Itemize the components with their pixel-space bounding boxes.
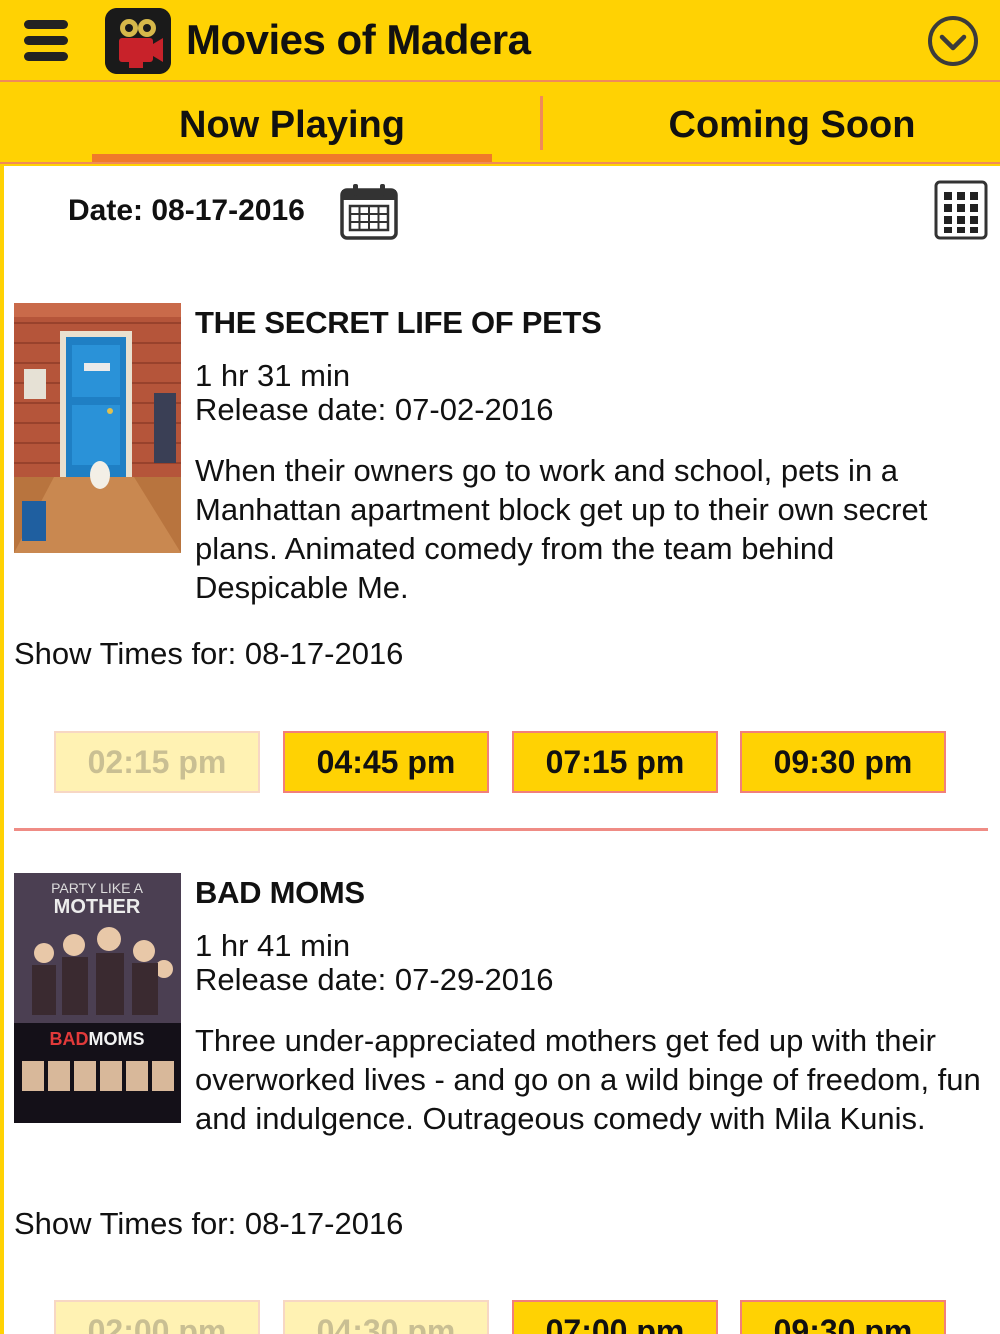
- movie-title[interactable]: THE SECRET LIFE OF PETS: [195, 305, 602, 341]
- showtime-buttons: 02:00 pm 04:30 pm 07:00 pm 09:30 pm: [44, 1300, 946, 1334]
- movie-release-date: Release date: 07-29-2016: [195, 962, 554, 997]
- showtime-button[interactable]: 04:30 pm: [283, 1300, 489, 1334]
- showtime-button[interactable]: 04:45 pm: [283, 731, 489, 793]
- app-root: Movies of Madera Now Playing Coming Soon…: [0, 0, 1000, 1334]
- chevron-down-circle-icon[interactable]: [926, 14, 980, 68]
- movie-title[interactable]: BAD MOMS: [195, 875, 365, 911]
- movie-divider: [14, 828, 988, 831]
- movie-description: Three under-appreciated mothers get fed …: [195, 1023, 981, 1136]
- grid-view-icon[interactable]: [934, 180, 988, 240]
- movie-card[interactable]: PARTY LIKE A MOTHER BADMOMS BAD MOMS 1 h…: [14, 873, 989, 1293]
- movie-runtime: 1 hr 41 min: [195, 928, 351, 963]
- showtime-button[interactable]: 09:30 pm: [740, 731, 946, 793]
- showtimes-label: Show Times for: 08-17-2016: [14, 1206, 404, 1241]
- app-header: Movies of Madera: [0, 0, 1000, 82]
- movie-poster-image[interactable]: PARTY LIKE A MOTHER BADMOMS: [14, 873, 181, 1123]
- showtime-button[interactable]: 07:00 pm: [512, 1300, 718, 1334]
- svg-text:MOTHER: MOTHER: [54, 896, 141, 918]
- movie-description: When their owners go to work and school,…: [195, 453, 928, 605]
- movie-meta: 1 hr 41 min Release date: 07-29-2016: [195, 929, 553, 997]
- selected-date: Date: 08-17-2016: [68, 194, 305, 227]
- showtimes-label: Show Times for: 08-17-2016: [14, 636, 404, 671]
- showtime-button[interactable]: 07:15 pm: [512, 731, 718, 793]
- tab-now-playing[interactable]: Now Playing: [92, 84, 492, 162]
- svg-text:BADMOMS: BADMOMS: [50, 1029, 145, 1049]
- showtime-button[interactable]: 09:30 pm: [740, 1300, 946, 1334]
- movie-release-date: Release date: 07-02-2016: [195, 392, 554, 427]
- movie-runtime: 1 hr 31 min: [195, 358, 351, 393]
- tab-bar: Now Playing Coming Soon: [0, 84, 1000, 164]
- movie-poster-image[interactable]: [14, 303, 181, 553]
- projector-icon: [105, 8, 171, 74]
- showtime-buttons: 02:15 pm 04:45 pm 07:15 pm 09:30 pm: [44, 731, 946, 793]
- hamburger-menu-icon[interactable]: [22, 16, 70, 66]
- movie-list[interactable]: Date: 08-17-2016 THE SECRET LIFE OF PETS…: [4, 166, 1000, 1334]
- showtime-button[interactable]: 02:15 pm: [54, 731, 260, 793]
- svg-text:PARTY LIKE A: PARTY LIKE A: [51, 880, 143, 896]
- calendar-icon[interactable]: [338, 182, 400, 242]
- active-tab-indicator: [92, 154, 492, 162]
- app-title: Movies of Madera: [186, 16, 531, 63]
- tab-separator: [540, 96, 543, 150]
- showtime-button[interactable]: 02:00 pm: [54, 1300, 260, 1334]
- tab-coming-soon[interactable]: Coming Soon: [592, 84, 992, 162]
- movie-meta: 1 hr 31 min Release date: 07-02-2016: [195, 359, 553, 427]
